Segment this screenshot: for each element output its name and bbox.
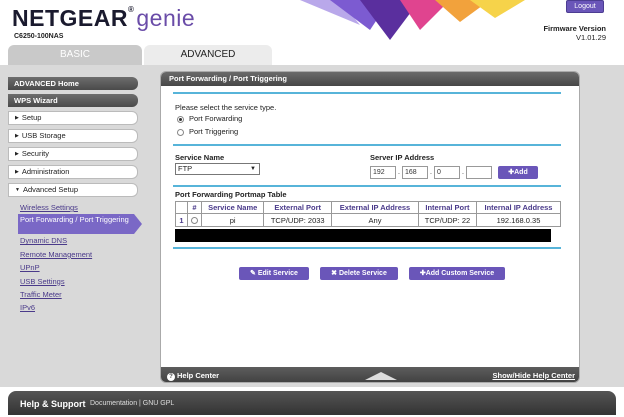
ip-separator: . bbox=[430, 169, 432, 176]
row-select-radio[interactable] bbox=[187, 213, 202, 227]
footer-links[interactable]: Documentation | GNU GPL bbox=[90, 400, 174, 407]
add-button[interactable]: ✚Add bbox=[498, 166, 538, 179]
radio-unselected-icon[interactable] bbox=[191, 217, 198, 225]
sidebar-item-setup[interactable]: ▶ Setup bbox=[8, 111, 138, 125]
delete-service-button[interactable]: ✖ Delete Service bbox=[320, 267, 398, 280]
sidebar-item-usb-storage[interactable]: ▶ USB Storage bbox=[8, 129, 138, 143]
collapse-arrow-icon: ▼ bbox=[15, 187, 20, 194]
help-bar: ? Help Center Show/Hide Help Center bbox=[161, 367, 579, 382]
expand-arrow-icon: ▶ bbox=[15, 115, 19, 122]
cell-external-port: TCP/UDP: 2033 bbox=[263, 213, 333, 227]
table-header: Internal Port bbox=[417, 201, 477, 214]
portmap-table-title: Port Forwarding Portmap Table bbox=[175, 190, 287, 199]
footer: Help & Support Documentation | GNU GPL bbox=[8, 391, 616, 415]
tab-basic[interactable]: BASIC bbox=[8, 45, 142, 65]
divider bbox=[173, 247, 561, 249]
dropdown-arrow-icon: ▼ bbox=[250, 166, 256, 172]
submenu-wireless-settings[interactable]: Wireless Settings bbox=[20, 201, 138, 214]
expand-arrow-icon: ▶ bbox=[15, 151, 19, 158]
table-header: External IP Address bbox=[331, 201, 419, 214]
footer-title: Help & Support bbox=[20, 399, 86, 409]
sidebar-item-wps-wizard[interactable]: WPS Wizard bbox=[8, 94, 138, 107]
server-ip-label: Server IP Address bbox=[370, 153, 435, 162]
expand-arrow-icon: ▶ bbox=[15, 169, 19, 176]
ip-separator: . bbox=[462, 169, 464, 176]
main-area: ADVANCED Home WPS Wizard ▶ Setup ▶ USB Sto… bbox=[0, 65, 624, 387]
top-tabs: BASIC ADVANCED bbox=[0, 45, 624, 65]
radio-label: Port Triggering bbox=[189, 127, 239, 136]
radio-label: Port Forwarding bbox=[189, 114, 243, 123]
sidebar-item-security[interactable]: ▶ Security bbox=[8, 147, 138, 161]
sidebar-item-label: Setup bbox=[21, 113, 42, 122]
header: NETGEAR®genie C6250-100NAS Logout Firmwa… bbox=[0, 0, 624, 45]
logo-brand: NETGEAR bbox=[12, 5, 128, 31]
netgear-genie-logo: NETGEAR®genie bbox=[12, 5, 195, 32]
logo-suffix: genie bbox=[136, 5, 196, 31]
table-header: Internal IP Address bbox=[475, 201, 562, 214]
radio-port-triggering[interactable]: Port Triggering bbox=[177, 127, 238, 136]
redacted-row bbox=[175, 229, 551, 242]
service-name-select[interactable]: FTP ▼ bbox=[175, 163, 260, 175]
sidebar-item-label: USB Storage bbox=[21, 131, 66, 140]
help-center-link[interactable]: ? Help Center bbox=[167, 371, 219, 381]
submenu-traffic-meter[interactable]: Traffic Meter bbox=[20, 288, 138, 301]
submenu-usb-settings[interactable]: USB Settings bbox=[20, 275, 138, 288]
cell-internal-port: TCP/UDP: 22 bbox=[417, 213, 477, 227]
edit-service-button[interactable]: ✎ Edit Service bbox=[239, 267, 309, 280]
cell-service-name: pi bbox=[200, 213, 265, 227]
radio-port-forwarding[interactable]: Port Forwarding bbox=[177, 114, 242, 123]
ip-octet-1[interactable]: 192 bbox=[370, 166, 396, 179]
radio-unselected-icon[interactable] bbox=[177, 128, 184, 136]
submenu-ipv6[interactable]: IPv6 bbox=[20, 301, 138, 314]
help-center-label: Help Center bbox=[177, 371, 220, 380]
sidebar: ADVANCED Home WPS Wizard ▶ Setup ▶ USB Sto… bbox=[8, 77, 142, 315]
expand-arrow-icon: ▶ bbox=[15, 133, 19, 140]
sidebar-item-advanced-setup[interactable]: ▼ Advanced Setup bbox=[8, 183, 138, 197]
cell-internal-ip: 192.168.0.35 bbox=[475, 213, 562, 227]
sidebar-item-label: Advanced Setup bbox=[22, 185, 78, 194]
table-header: # bbox=[187, 201, 202, 214]
table-header bbox=[175, 201, 188, 214]
logout-button[interactable]: Logout bbox=[566, 0, 604, 13]
help-icon: ? bbox=[167, 373, 175, 381]
service-type-instruction: Please select the service type. bbox=[175, 103, 277, 112]
divider bbox=[173, 144, 561, 146]
row-number: 1 bbox=[175, 213, 188, 227]
portmap-table: # Service Name External Port External IP… bbox=[175, 201, 562, 227]
firmware-label: Firmware Version bbox=[543, 24, 606, 33]
submenu-port-forwarding[interactable]: Port Forwarding / Port Triggering bbox=[18, 214, 142, 235]
submenu-remote-management[interactable]: Remote Management bbox=[20, 248, 138, 261]
radio-selected-icon[interactable] bbox=[177, 115, 184, 123]
divider bbox=[173, 185, 561, 187]
submenu-dynamic-dns[interactable]: Dynamic DNS bbox=[20, 234, 138, 247]
add-custom-service-button[interactable]: ✚Add Custom Service bbox=[409, 267, 505, 280]
sidebar-item-label: Security bbox=[21, 149, 49, 158]
header-decoration bbox=[300, 0, 525, 40]
page-title: Port Forwarding / Port Triggering bbox=[161, 72, 579, 86]
tab-advanced[interactable]: ADVANCED bbox=[144, 45, 272, 65]
model-number: C6250-100NAS bbox=[14, 33, 64, 40]
service-name-label: Service Name bbox=[175, 153, 225, 162]
cell-external-ip: Any bbox=[331, 213, 419, 227]
advanced-setup-submenu: Wireless Settings Port Forwarding / Port… bbox=[18, 201, 142, 315]
submenu-upnp[interactable]: UPnP bbox=[20, 261, 138, 274]
ip-octet-2[interactable]: 168 bbox=[402, 166, 428, 179]
service-name-value: FTP bbox=[178, 164, 193, 173]
table-header-row: # Service Name External Port External IP… bbox=[175, 201, 562, 214]
show-hide-help-link[interactable]: Show/Hide Help Center bbox=[492, 371, 575, 380]
sidebar-item-advanced-home[interactable]: ADVANCED Home bbox=[8, 77, 138, 90]
sidebar-item-label: Administration bbox=[21, 167, 70, 176]
divider bbox=[173, 92, 561, 94]
table-header: External Port bbox=[263, 201, 333, 214]
logo-reg: ® bbox=[127, 5, 135, 14]
table-header: Service Name bbox=[200, 201, 265, 214]
sidebar-item-administration[interactable]: ▶ Administration bbox=[8, 165, 138, 179]
ip-octet-3[interactable]: 0 bbox=[434, 166, 460, 179]
ip-octet-4[interactable] bbox=[466, 166, 492, 179]
content-panel: Port Forwarding / Port Triggering Please… bbox=[160, 71, 580, 383]
expand-up-icon[interactable] bbox=[365, 372, 397, 380]
firmware-version: V1.01.29 bbox=[575, 33, 606, 42]
ip-separator: . bbox=[398, 169, 400, 176]
table-row: 1 pi TCP/UDP: 2033 Any TCP/UDP: 22 192.1… bbox=[175, 213, 562, 227]
